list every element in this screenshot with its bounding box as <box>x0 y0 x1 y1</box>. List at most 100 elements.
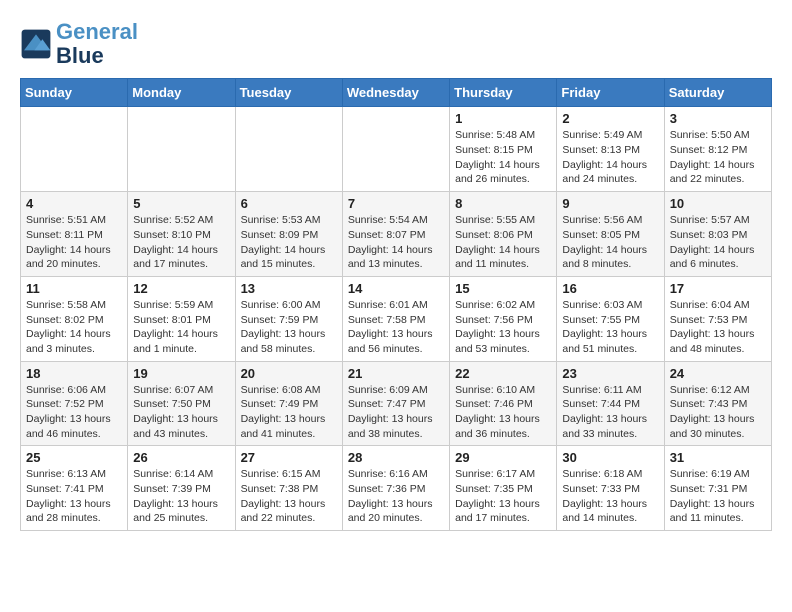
weekday-header-sunday: Sunday <box>21 79 128 107</box>
day-info: Sunrise: 5:48 AM Sunset: 8:15 PM Dayligh… <box>455 128 551 187</box>
calendar-cell <box>128 107 235 192</box>
day-info: Sunrise: 6:13 AM Sunset: 7:41 PM Dayligh… <box>26 467 122 526</box>
day-number: 25 <box>26 450 122 465</box>
day-info: Sunrise: 5:50 AM Sunset: 8:12 PM Dayligh… <box>670 128 766 187</box>
logo: General Blue <box>20 20 138 68</box>
day-info: Sunrise: 5:58 AM Sunset: 8:02 PM Dayligh… <box>26 298 122 357</box>
calendar-week-row: 4 Sunrise: 5:51 AM Sunset: 8:11 PM Daylig… <box>21 192 772 277</box>
calendar-cell <box>21 107 128 192</box>
calendar-cell: 6 Sunrise: 5:53 AM Sunset: 8:09 PM Daylig… <box>235 192 342 277</box>
day-info: Sunrise: 5:56 AM Sunset: 8:05 PM Dayligh… <box>562 213 658 272</box>
day-info: Sunrise: 6:08 AM Sunset: 7:49 PM Dayligh… <box>241 383 337 442</box>
day-number: 21 <box>348 366 444 381</box>
day-number: 17 <box>670 281 766 296</box>
calendar-cell: 27Sunrise: 6:15 AM Sunset: 7:38 PM Dayli… <box>235 446 342 531</box>
day-number: 14 <box>348 281 444 296</box>
day-info: Sunrise: 6:03 AM Sunset: 7:55 PM Dayligh… <box>562 298 658 357</box>
day-info: Sunrise: 6:15 AM Sunset: 7:38 PM Dayligh… <box>241 467 337 526</box>
calendar-week-row: 25 Sunrise: 6:13 AM Sunset: 7:41 PM Dayli… <box>21 446 772 531</box>
calendar-cell: 11 Sunrise: 5:58 AM Sunset: 8:02 PM Dayli… <box>21 276 128 361</box>
day-info: Sunrise: 5:59 AM Sunset: 8:01 PM Dayligh… <box>133 298 229 357</box>
calendar-cell: 20 Sunrise: 6:08 AM Sunset: 7:49 PM Dayli… <box>235 361 342 446</box>
day-info: Sunrise: 6:01 AM Sunset: 7:58 PM Dayligh… <box>348 298 444 357</box>
day-info: Sunrise: 6:06 AM Sunset: 7:52 PM Dayligh… <box>26 383 122 442</box>
day-number: 9 <box>562 196 658 211</box>
day-number: 30 <box>562 450 658 465</box>
day-number: 8 <box>455 196 551 211</box>
day-number: 23 <box>562 366 658 381</box>
day-info: Sunrise: 6:18 AM Sunset: 7:33 PM Dayligh… <box>562 467 658 526</box>
day-number: 20 <box>241 366 337 381</box>
day-info: Sunrise: 6:02 AM Sunset: 7:56 PM Dayligh… <box>455 298 551 357</box>
logo-icon <box>20 28 52 60</box>
day-info: Sunrise: 5:54 AM Sunset: 8:07 PM Dayligh… <box>348 213 444 272</box>
calendar-cell: 26 Sunrise: 6:14 AM Sunset: 7:39 PM Dayli… <box>128 446 235 531</box>
day-number: 4 <box>26 196 122 211</box>
day-info: Sunrise: 6:07 AM Sunset: 7:50 PM Dayligh… <box>133 383 229 442</box>
day-info: Sunrise: 6:16 AM Sunset: 7:36 PM Dayligh… <box>348 467 444 526</box>
day-info: Sunrise: 6:12 AM Sunset: 7:43 PM Dayligh… <box>670 383 766 442</box>
calendar-week-row: 1 Sunrise: 5:48 AM Sunset: 8:15 PM Daylig… <box>21 107 772 192</box>
day-info: Sunrise: 6:19 AM Sunset: 7:31 PM Dayligh… <box>670 467 766 526</box>
calendar-cell <box>342 107 449 192</box>
calendar-cell: 17 Sunrise: 6:04 AM Sunset: 7:53 PM Dayli… <box>664 276 771 361</box>
day-info: Sunrise: 6:09 AM Sunset: 7:47 PM Dayligh… <box>348 383 444 442</box>
calendar-cell: 14 Sunrise: 6:01 AM Sunset: 7:58 PM Dayli… <box>342 276 449 361</box>
weekday-header-friday: Friday <box>557 79 664 107</box>
day-info: Sunrise: 5:53 AM Sunset: 8:09 PM Dayligh… <box>241 213 337 272</box>
day-number: 22 <box>455 366 551 381</box>
calendar-cell: 23 Sunrise: 6:11 AM Sunset: 7:44 PM Dayli… <box>557 361 664 446</box>
calendar-cell: 10 Sunrise: 5:57 AM Sunset: 8:03 PM Dayli… <box>664 192 771 277</box>
calendar-week-row: 18 Sunrise: 6:06 AM Sunset: 7:52 PM Dayli… <box>21 361 772 446</box>
weekday-header-tuesday: Tuesday <box>235 79 342 107</box>
logo-text: General Blue <box>56 20 138 68</box>
calendar-cell: 13 Sunrise: 6:00 AM Sunset: 7:59 PM Dayli… <box>235 276 342 361</box>
weekday-header-thursday: Thursday <box>450 79 557 107</box>
day-number: 19 <box>133 366 229 381</box>
calendar-cell: 3 Sunrise: 5:50 AM Sunset: 8:12 PM Daylig… <box>664 107 771 192</box>
day-number: 5 <box>133 196 229 211</box>
weekday-header-monday: Monday <box>128 79 235 107</box>
day-info: Sunrise: 6:00 AM Sunset: 7:59 PM Dayligh… <box>241 298 337 357</box>
day-info: Sunrise: 5:52 AM Sunset: 8:10 PM Dayligh… <box>133 213 229 272</box>
calendar-cell: 22 Sunrise: 6:10 AM Sunset: 7:46 PM Dayli… <box>450 361 557 446</box>
day-info: Sunrise: 6:10 AM Sunset: 7:46 PM Dayligh… <box>455 383 551 442</box>
calendar-cell: 12Sunrise: 5:59 AM Sunset: 8:01 PM Dayli… <box>128 276 235 361</box>
day-number: 6 <box>241 196 337 211</box>
day-info: Sunrise: 6:14 AM Sunset: 7:39 PM Dayligh… <box>133 467 229 526</box>
day-number: 11 <box>26 281 122 296</box>
day-info: Sunrise: 6:04 AM Sunset: 7:53 PM Dayligh… <box>670 298 766 357</box>
calendar-cell: 28 Sunrise: 6:16 AM Sunset: 7:36 PM Dayli… <box>342 446 449 531</box>
day-number: 18 <box>26 366 122 381</box>
calendar-cell: 19 Sunrise: 6:07 AM Sunset: 7:50 PM Dayli… <box>128 361 235 446</box>
calendar-cell: 2Sunrise: 5:49 AM Sunset: 8:13 PM Daylig… <box>557 107 664 192</box>
day-number: 1 <box>455 111 551 126</box>
day-number: 26 <box>133 450 229 465</box>
day-number: 31 <box>670 450 766 465</box>
day-number: 28 <box>348 450 444 465</box>
day-number: 29 <box>455 450 551 465</box>
day-number: 16 <box>562 281 658 296</box>
day-number: 13 <box>241 281 337 296</box>
calendar-cell: 18 Sunrise: 6:06 AM Sunset: 7:52 PM Dayli… <box>21 361 128 446</box>
calendar-cell: 1 Sunrise: 5:48 AM Sunset: 8:15 PM Daylig… <box>450 107 557 192</box>
calendar-header: SundayMondayTuesdayWednesdayThursdayFrid… <box>21 79 772 107</box>
weekday-header-wednesday: Wednesday <box>342 79 449 107</box>
calendar-cell: 8 Sunrise: 5:55 AM Sunset: 8:06 PM Daylig… <box>450 192 557 277</box>
calendar-cell: 24 Sunrise: 6:12 AM Sunset: 7:43 PM Dayli… <box>664 361 771 446</box>
calendar-cell: 31 Sunrise: 6:19 AM Sunset: 7:31 PM Dayli… <box>664 446 771 531</box>
day-info: Sunrise: 5:51 AM Sunset: 8:11 PM Dayligh… <box>26 213 122 272</box>
calendar-cell: 29 Sunrise: 6:17 AM Sunset: 7:35 PM Dayli… <box>450 446 557 531</box>
day-number: 2 <box>562 111 658 126</box>
day-info: Sunrise: 5:57 AM Sunset: 8:03 PM Dayligh… <box>670 213 766 272</box>
calendar-table: SundayMondayTuesdayWednesdayThursdayFrid… <box>20 78 772 531</box>
weekday-header-row: SundayMondayTuesdayWednesdayThursdayFrid… <box>21 79 772 107</box>
day-number: 3 <box>670 111 766 126</box>
day-info: Sunrise: 6:17 AM Sunset: 7:35 PM Dayligh… <box>455 467 551 526</box>
calendar-cell: 15Sunrise: 6:02 AM Sunset: 7:56 PM Dayli… <box>450 276 557 361</box>
calendar-week-row: 11 Sunrise: 5:58 AM Sunset: 8:02 PM Dayli… <box>21 276 772 361</box>
day-number: 10 <box>670 196 766 211</box>
day-info: Sunrise: 6:11 AM Sunset: 7:44 PM Dayligh… <box>562 383 658 442</box>
day-number: 24 <box>670 366 766 381</box>
day-info: Sunrise: 5:55 AM Sunset: 8:06 PM Dayligh… <box>455 213 551 272</box>
